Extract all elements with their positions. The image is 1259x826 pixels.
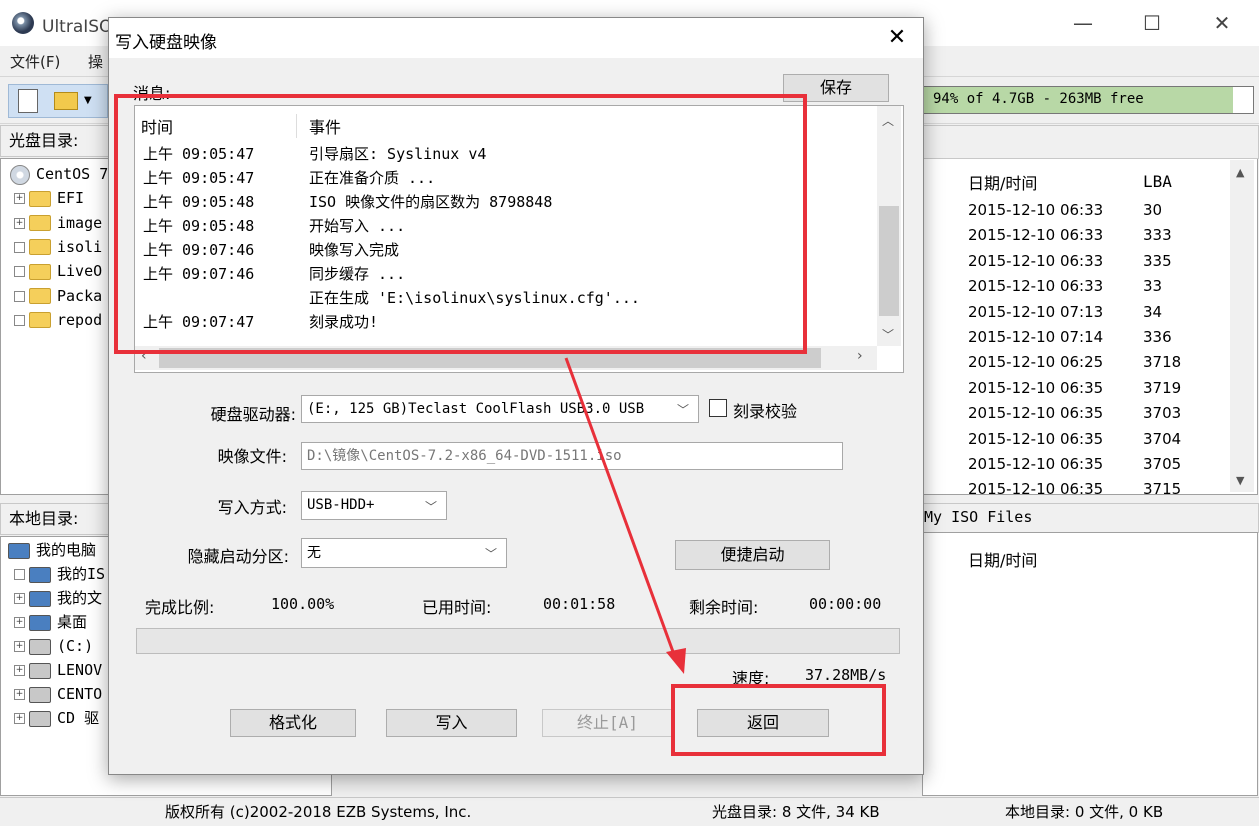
annotation-arrow <box>564 357 686 674</box>
annotation-arrow-head <box>666 648 686 674</box>
annotation-arrow-line <box>564 357 678 661</box>
